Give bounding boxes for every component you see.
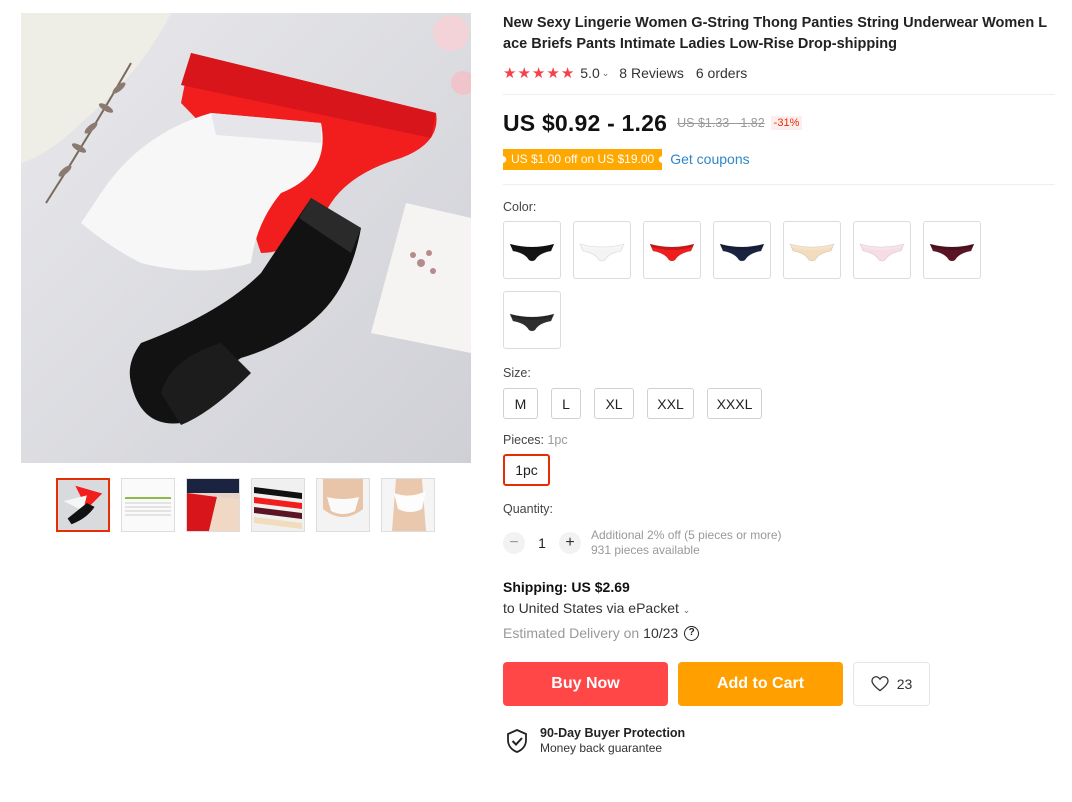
protection-title: 90-Day Buyer Protection [540,726,686,740]
estimated-delivery: Estimated Delivery on 10/23 ? [503,625,1055,641]
action-buttons: Buy Now Add to Cart 23 [503,662,1055,706]
heart-icon [871,676,889,692]
color-swatch-black[interactable] [503,221,561,279]
swatch-thumbnail-white [579,243,625,262]
thumbnail-2-graphic [122,479,174,531]
star-icon: ★ [546,64,560,82]
thumbnail-3[interactable] [186,478,240,532]
color-swatch-nude[interactable] [783,221,841,279]
rating-score[interactable]: 5.0 [580,65,599,81]
buy-now-button[interactable]: Buy Now [503,662,668,706]
size-options: M L XL XXL XXXL [503,388,1055,419]
quantity-decrease-button[interactable]: − [503,532,525,554]
product-info: New Sexy Lingerie Women G-String Thong P… [503,13,1055,756]
delivery-date: 10/23 [643,625,679,641]
thumbnail-6[interactable] [381,478,435,532]
star-icon: ★ [517,64,531,82]
swatch-thumbnail-navy [719,243,765,262]
pieces-option-1pc[interactable]: 1pc [503,454,550,486]
size-option-l[interactable]: L [551,388,581,419]
shield-check-icon [507,729,527,753]
color-swatch-white[interactable] [573,221,631,279]
pieces-selected-value: 1pc [547,433,568,447]
thumbnail-5[interactable] [316,478,370,532]
buyer-protection[interactable]: 90-Day Buyer Protection Money back guara… [503,726,1055,756]
thumbnail-1[interactable] [56,478,110,532]
divider [503,94,1055,95]
coupon-row: US $1.00 off on US $19.00 Get coupons [503,148,1055,170]
swatch-thumbnail-wine [929,243,975,262]
thumbnail-4-graphic [252,479,304,531]
swatch-thumbnail-nude [789,243,835,262]
main-image-graphic [21,13,471,463]
color-swatch-wine[interactable] [923,221,981,279]
wishlist-count: 23 [896,676,913,692]
coupon-badge[interactable]: US $1.00 off on US $19.00 [503,149,662,170]
quantity-label: Quantity: [503,502,554,516]
protection-subtitle: Money back guarantee [540,741,663,755]
quantity-info: Additional 2% off (5 pieces or more) 931… [591,528,782,558]
discount-badge: -31% [770,116,803,130]
color-swatch-navy[interactable] [713,221,771,279]
current-price: US $0.92 - 1.26 [503,109,668,136]
swatch-thumbnail-dark-gray [509,313,555,332]
thumbnail-6-graphic [382,479,434,531]
thumbnail-2[interactable] [121,478,175,532]
thumbnail-3-graphic [187,479,239,531]
thumbnail-4[interactable] [251,478,305,532]
size-option-m[interactable]: M [503,388,538,419]
thumbnail-strip [56,478,435,532]
protection-text: 90-Day Buyer Protection Money back guara… [540,726,685,756]
delivery-label: Estimated Delivery on [503,625,640,641]
reviews-link[interactable]: 8 Reviews [619,65,684,81]
help-icon[interactable]: ? [684,625,700,641]
color-swatch-red[interactable] [643,221,701,279]
chevron-down-icon[interactable]: ⌄ [602,68,610,79]
get-coupons-link[interactable]: Get coupons [670,151,749,167]
star-icon: ★ [560,64,575,82]
main-product-image[interactable] [21,13,471,463]
color-swatch-dark-gray[interactable] [503,291,561,349]
thumbnail-5-graphic [317,479,369,531]
pieces-options: 1pc [503,454,1055,486]
product-title: New Sexy Lingerie Women G-String Thong P… [503,15,1048,52]
quantity-input[interactable]: 1 [525,535,559,551]
pieces-label-text: Pieces: [503,433,544,447]
pieces-label: Pieces: 1pc [503,433,1055,447]
size-option-xxxl[interactable]: XXXL [707,388,762,419]
star-rating[interactable]: ★ ★ ★ ★ ★ [503,66,574,81]
quantity-stepper: − 1 + Additional 2% off (5 pieces or mor… [503,528,1055,558]
price-row: US $0.92 - 1.26 US $1.33 - 1.82 -31% [503,110,1055,136]
chevron-down-icon: ⌄ [682,605,691,615]
rating-row: ★ ★ ★ ★ ★ 5.0 ⌄ 8 Reviews 6 orders [503,63,1055,83]
size-option-xl[interactable]: XL [594,388,634,419]
swatch-thumbnail-red [649,243,695,262]
quantity-increase-button[interactable]: + [559,532,581,554]
color-swatch-pink[interactable] [853,221,911,279]
star-icon: ★ [503,64,517,82]
shipping-destination-text: to United States via ePacket [503,600,679,616]
wishlist-button[interactable]: 23 [853,662,930,706]
shipping-cost: Shipping: US $2.69 [503,579,630,595]
thumbnail-1-graphic [58,480,108,530]
color-swatches [503,221,1003,349]
stock-available: 931 pieces available [591,543,700,557]
divider [503,184,1055,185]
star-icon: ★ [531,64,546,82]
swatch-thumbnail-pink [859,243,905,262]
bulk-discount-note: Additional 2% off (5 pieces or more) [591,528,782,542]
color-label: Color: [503,200,537,214]
swatch-thumbnail-black [509,243,555,262]
shipping-destination[interactable]: to United States via ePacket ⌄ [503,600,1055,616]
size-label: Size: [503,366,531,380]
orders-count: 6 orders [695,65,748,81]
add-to-cart-button[interactable]: Add to Cart [678,662,843,706]
original-price: US $1.33 - 1.82 [677,116,765,130]
size-option-xxl[interactable]: XXL [647,388,694,419]
